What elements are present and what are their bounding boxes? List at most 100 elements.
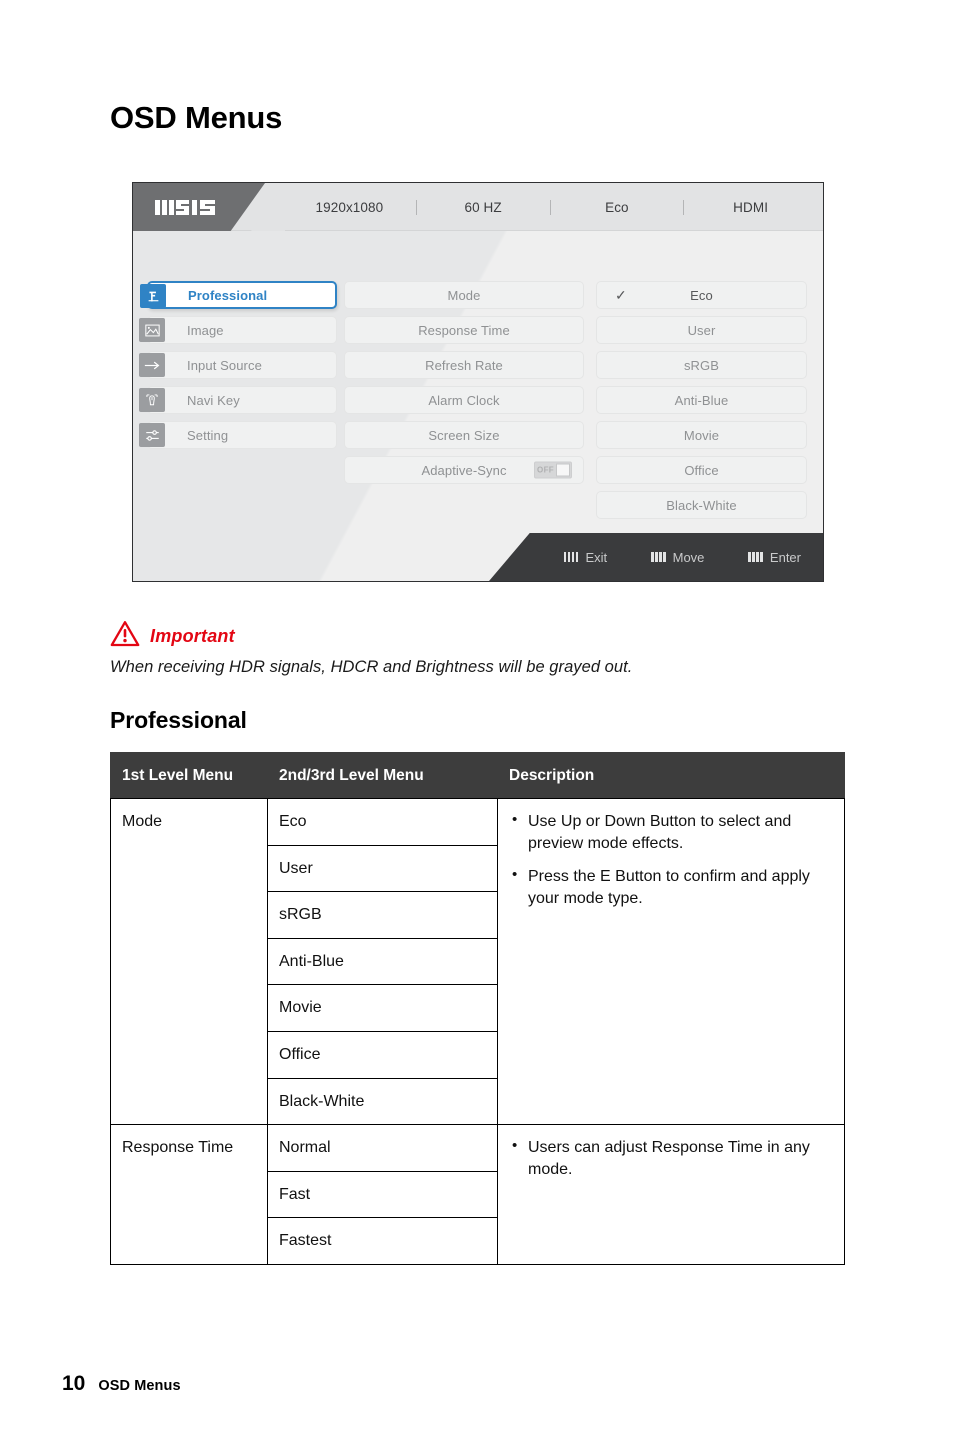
important-callout-header: Important <box>110 620 235 652</box>
toggle-knob <box>556 463 570 477</box>
osd-menu-figure: 1920x1080 60 HZ Eco HDMI Professional Im… <box>132 182 824 582</box>
navi-key-icon <box>139 388 165 412</box>
cell-submenu-value: User <box>267 844 498 893</box>
osd-action-label: Enter <box>769 549 801 565</box>
cell-submenu-value: sRGB <box>267 891 498 939</box>
osd-subitem-label: Alarm Clock <box>428 392 500 408</box>
osd-subitem-response-time[interactable]: Response Time <box>344 316 584 344</box>
column-header-2nd-3rd-level: 2nd/3rd Level Menu <box>267 752 498 799</box>
osd-mid-menu: Mode Response Time Refresh Rate Alarm Cl… <box>344 281 584 491</box>
description-bullet: Users can adjust Response Time in any mo… <box>511 1136 830 1181</box>
column-header-description: Description <box>497 752 845 799</box>
osd-option-anti-blue[interactable]: Anti-Blue <box>596 386 807 414</box>
osd-option-label: User <box>687 322 716 338</box>
osd-subitem-label: Refresh Rate <box>425 357 503 373</box>
osd-option-office[interactable]: Office <box>596 456 807 484</box>
image-icon <box>139 318 165 342</box>
section-title: Professional <box>110 707 247 733</box>
osd-body: Professional Image Input Source Navi Key… <box>133 231 823 581</box>
nav-bars-icon <box>563 552 579 562</box>
nav-bars-icon <box>748 552 763 562</box>
osd-item-setting[interactable]: Setting <box>139 421 337 449</box>
footer-section-label: OSD Menus <box>98 1378 181 1394</box>
osd-action-enter[interactable]: Enter <box>748 550 801 565</box>
osd-action-move[interactable]: Move <box>651 550 704 565</box>
osd-option-eco[interactable]: ✓ Eco <box>596 281 807 309</box>
page-footer: 10 OSD Menus <box>62 1372 181 1396</box>
osd-action-label: Move <box>672 549 705 565</box>
osd-subitem-alarm-clock[interactable]: Alarm Clock <box>344 386 584 414</box>
osd-footer-actions: Exit Move Enter <box>563 533 801 581</box>
osd-item-label: Input Source <box>187 357 262 373</box>
osd-option-movie[interactable]: Movie <box>596 421 807 449</box>
cell-submenu-value: Eco <box>267 798 498 846</box>
osd-item-navi-key[interactable]: Navi Key <box>139 386 337 414</box>
table-row: Response Time Normal Users can adjust Re… <box>110 1124 845 1265</box>
osd-subitem-screen-size[interactable]: Screen Size <box>344 421 584 449</box>
page-title: OSD Menus <box>110 100 283 135</box>
osd-subitem-label: Screen Size <box>428 427 500 443</box>
msi-logo <box>133 183 265 231</box>
setting-icon <box>139 423 165 447</box>
osd-item-label: Navi Key <box>187 392 240 408</box>
osd-item-label: Professional <box>188 287 268 303</box>
cell-submenu-value: Movie <box>267 984 498 1032</box>
osd-header-bar: 1920x1080 60 HZ Eco HDMI <box>133 183 823 231</box>
description-bullets: Users can adjust Response Time in any mo… <box>511 1136 830 1181</box>
osd-option-label: Eco <box>690 287 713 303</box>
osd-option-black-white[interactable]: Black-White <box>596 491 807 519</box>
table-row: Mode Eco Use Up or Down Button to select… <box>110 797 845 1126</box>
osd-subitem-refresh-rate[interactable]: Refresh Rate <box>344 351 584 379</box>
cell-description: Use Up or Down Button to select and prev… <box>497 797 845 1126</box>
status-refresh-rate: 60 HZ <box>464 199 502 215</box>
cell-submenu-value: Anti-Blue <box>267 937 498 986</box>
osd-right-menu: ✓ Eco User sRGB Anti-Blue Movie Office B… <box>596 281 807 526</box>
warning-triangle-icon <box>110 620 140 652</box>
osd-item-input-source[interactable]: Input Source <box>139 351 337 379</box>
cell-menu-name: Mode <box>110 797 268 1126</box>
professional-icon <box>140 284 166 308</box>
cell-submenu-value: Normal <box>267 1124 498 1172</box>
status-mode: Eco <box>605 199 629 215</box>
description-bullet: Press the E Button to confirm and apply … <box>511 865 830 910</box>
osd-item-professional[interactable]: Professional <box>140 281 337 309</box>
important-label: Important <box>150 625 235 646</box>
osd-subitem-label: Mode <box>447 287 481 303</box>
osd-action-label: Exit <box>585 549 608 565</box>
column-header-1st-level: 1st Level Menu <box>110 752 268 799</box>
osd-subitem-adaptive-sync[interactable]: Adaptive-Sync OFF <box>344 456 584 484</box>
osd-item-label: Image <box>187 322 224 338</box>
osd-option-label: Office <box>684 462 719 478</box>
osd-item-image[interactable]: Image <box>139 316 337 344</box>
osd-action-exit[interactable]: Exit <box>563 549 608 565</box>
osd-option-label: Black-White <box>666 497 737 513</box>
cell-submenu-value: Black-White <box>267 1077 498 1126</box>
osd-option-label: Anti-Blue <box>674 392 729 408</box>
important-text: When receiving HDR signals, HDCR and Bri… <box>110 658 633 676</box>
description-bullet: Use Up or Down Button to select and prev… <box>511 810 830 855</box>
check-icon: ✓ <box>615 287 627 303</box>
page-number: 10 <box>62 1372 86 1395</box>
table-header-row: 1st Level Menu 2nd/3rd Level Menu Descri… <box>110 752 845 799</box>
osd-subitem-label: Adaptive-Sync <box>421 462 507 478</box>
osd-option-user[interactable]: User <box>596 316 807 344</box>
input-source-icon <box>139 353 165 377</box>
status-input: HDMI <box>733 199 769 215</box>
cell-description: Users can adjust Response Time in any mo… <box>497 1124 845 1265</box>
document-page: OSD Menus 1920x1080 60 HZ Eco HDMI Profe… <box>0 0 954 1432</box>
cell-submenu-value: Office <box>267 1030 498 1079</box>
osd-option-label: Movie <box>683 427 720 443</box>
description-bullets: Use Up or Down Button to select and prev… <box>511 810 830 910</box>
toggle-state-label: OFF <box>537 465 554 475</box>
osd-status-row: 1920x1080 60 HZ Eco HDMI <box>283 183 817 231</box>
osd-left-menu: Professional Image Input Source Navi Key… <box>139 281 337 456</box>
osd-subitem-mode[interactable]: Mode <box>344 281 584 309</box>
cell-menu-name: Response Time <box>110 1124 268 1265</box>
cell-submenu-value: Fastest <box>267 1217 498 1265</box>
osd-option-label: sRGB <box>683 357 720 373</box>
nav-bars-icon <box>651 552 666 562</box>
status-resolution: 1920x1080 <box>315 199 384 215</box>
adaptive-sync-toggle[interactable]: OFF <box>534 461 572 479</box>
osd-subitem-label: Response Time <box>418 322 510 338</box>
osd-option-srgb[interactable]: sRGB <box>596 351 807 379</box>
